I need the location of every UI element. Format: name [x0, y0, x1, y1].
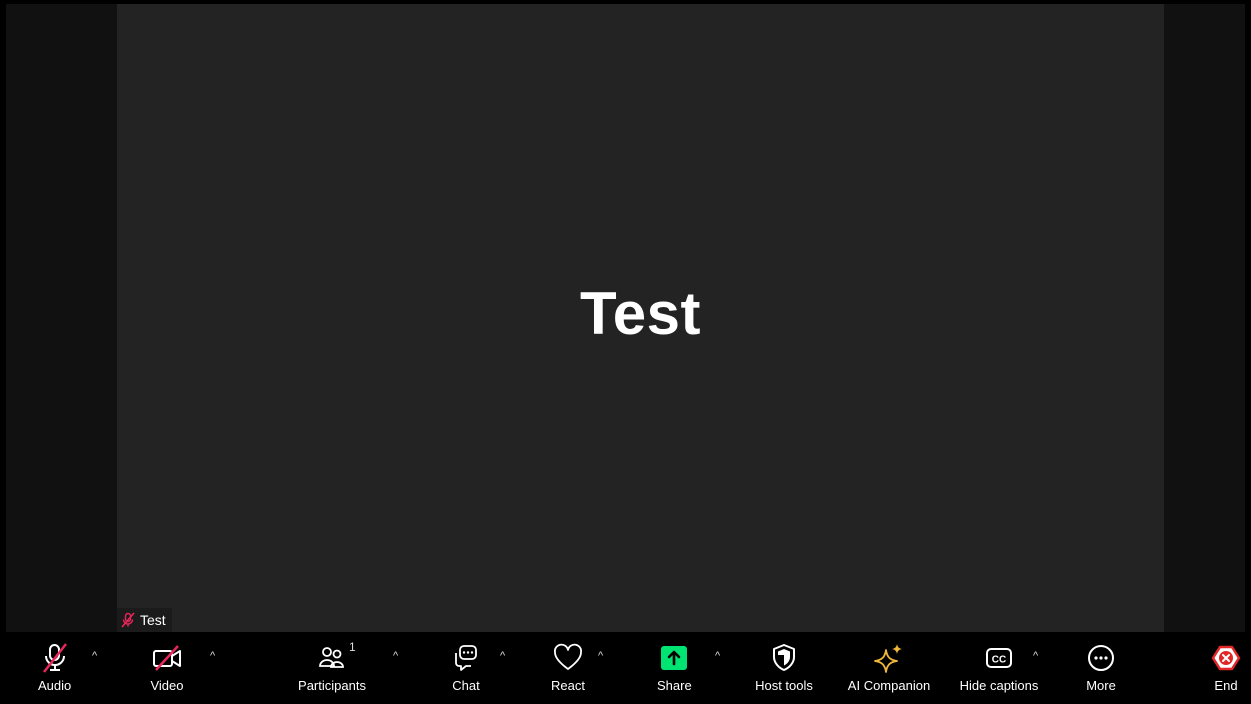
chat-options-caret[interactable]: ^: [500, 650, 505, 662]
ai-companion-button[interactable]: AI Companion: [843, 642, 935, 693]
video-button[interactable]: Video: [150, 642, 184, 693]
camera-off-icon: [153, 645, 181, 671]
ai-companion-label: AI Companion: [847, 678, 931, 693]
chat-icon: [455, 645, 477, 671]
more-options-icon: [1088, 645, 1114, 671]
participants-icon: [319, 647, 344, 668]
share-screen-icon: [661, 646, 688, 670]
share-label: Share: [657, 678, 692, 693]
audio-button[interactable]: Audio: [38, 642, 71, 693]
participants-button[interactable]: 1 Participants: [295, 640, 369, 693]
video-label: Video: [150, 678, 184, 693]
name-tag-label: Test: [140, 612, 166, 628]
svg-text:CC: CC: [992, 655, 1006, 666]
share-options-caret[interactable]: ^: [715, 650, 720, 662]
heart-icon: [554, 643, 582, 670]
more-label: More: [1086, 678, 1116, 693]
closed-captions-icon: CC: [986, 648, 1012, 668]
captions-options-caret[interactable]: ^: [1033, 650, 1038, 662]
end-button[interactable]: End: [1211, 642, 1241, 693]
host-tools-button[interactable]: Host tools: [752, 642, 816, 693]
mic-muted-icon: [121, 612, 135, 628]
react-button[interactable]: React: [551, 642, 585, 693]
audio-options-caret[interactable]: ^: [92, 650, 97, 662]
end-label: End: [1214, 678, 1238, 693]
host-tools-label: Host tools: [755, 678, 813, 693]
mic-off-icon: [42, 643, 67, 673]
more-button[interactable]: More: [1086, 642, 1116, 693]
shield-icon: [773, 644, 795, 671]
participants-label: Participants: [298, 678, 366, 693]
hide-captions-label: Hide captions: [959, 678, 1039, 693]
meeting-toolbar: Audio ^ Video ^ 1 Participants ^ Chat ^ …: [0, 632, 1251, 704]
sparkle-icon: [874, 644, 902, 673]
video-options-caret[interactable]: ^: [210, 650, 215, 662]
participants-options-caret[interactable]: ^: [393, 650, 398, 662]
participant-video-tile[interactable]: Test Test: [117, 4, 1164, 632]
end-meeting-icon: [1211, 645, 1241, 671]
video-stage: Test Test: [6, 4, 1245, 632]
chat-button[interactable]: Chat: [452, 642, 480, 693]
chat-label: Chat: [452, 678, 480, 693]
audio-label: Audio: [38, 678, 72, 693]
hide-captions-button[interactable]: CC Hide captions: [955, 642, 1043, 693]
participants-count: 1: [349, 640, 356, 654]
react-options-caret[interactable]: ^: [598, 650, 603, 662]
participant-display-name: Test: [580, 280, 701, 347]
share-button[interactable]: Share: [657, 642, 692, 693]
participant-name-tag: Test: [117, 608, 172, 632]
react-label: React: [551, 678, 585, 693]
